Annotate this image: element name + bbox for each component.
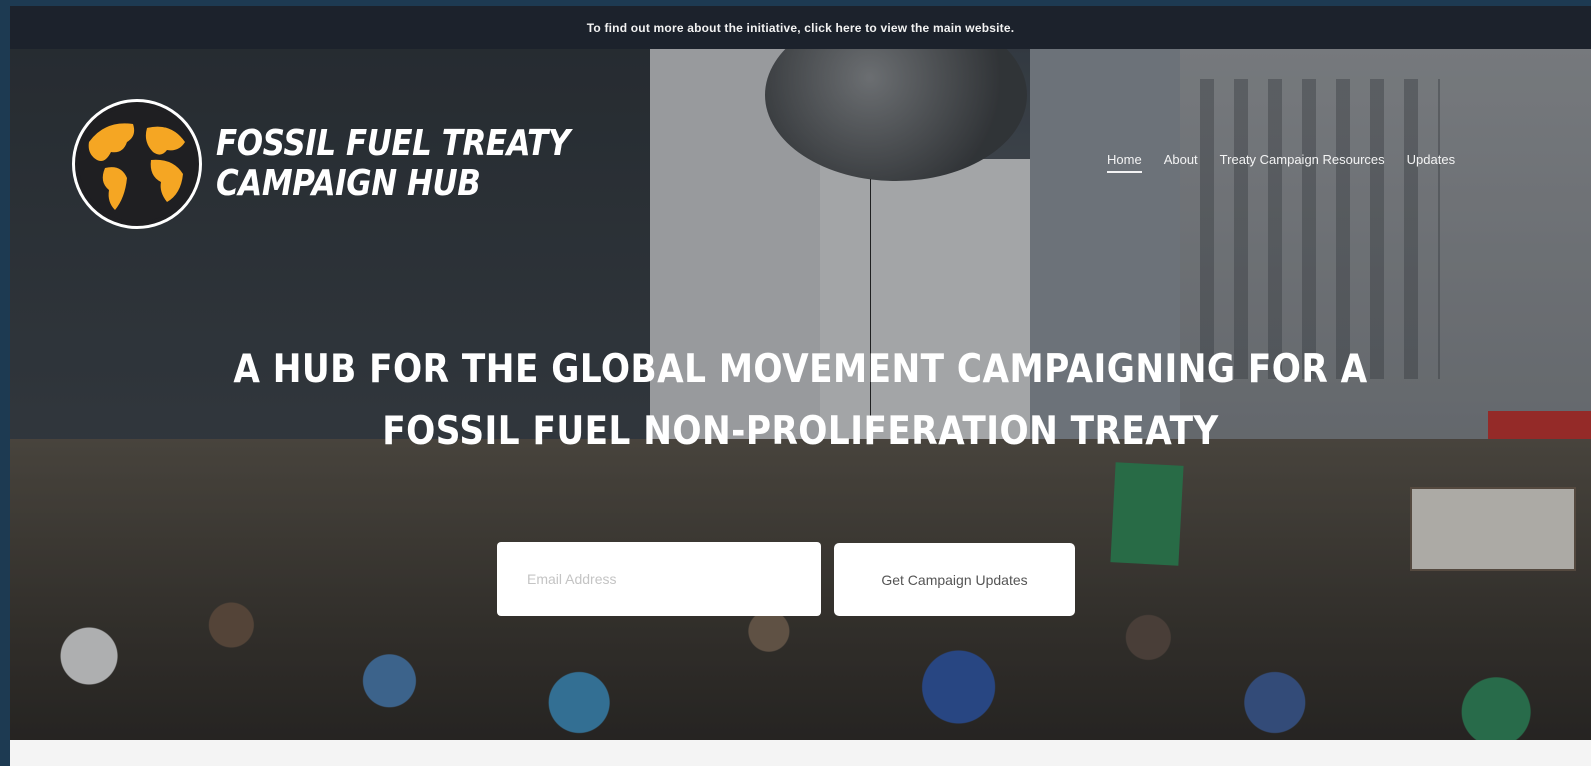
headline-line-1: A HUB FOR THE GLOBAL MOVEMENT CAMPAIGNIN… <box>233 347 1368 392</box>
globe-icon <box>72 99 202 229</box>
nav-item-treaty-campaign-resources[interactable]: Treaty Campaign Resources <box>1220 152 1385 173</box>
main-nav: Home About Treaty Campaign Resources Upd… <box>1107 152 1455 173</box>
hero-headline: A HUB FOR THE GLOBAL MOVEMENT CAMPAIGNIN… <box>10 339 1591 463</box>
headline-line-2: FOSSIL FUEL NON-PROLIFERATION TREATY <box>382 409 1219 454</box>
logo-line-1: FOSSIL FUEL TREATY <box>216 123 570 164</box>
page-content-edge <box>10 740 1591 766</box>
email-input[interactable] <box>497 542 821 616</box>
browser-frame: To find out more about the initiative, c… <box>10 6 1591 740</box>
hero-section: FOSSIL FUEL TREATY CAMPAIGN HUB Home Abo… <box>10 49 1591 740</box>
announcement-text[interactable]: To find out more about the initiative, c… <box>587 21 1015 35</box>
get-campaign-updates-button[interactable]: Get Campaign Updates <box>834 543 1075 616</box>
nav-item-home[interactable]: Home <box>1107 152 1142 173</box>
nav-item-updates[interactable]: Updates <box>1407 152 1455 173</box>
announcement-bar[interactable]: To find out more about the initiative, c… <box>10 6 1591 49</box>
logo-wordmark: FOSSIL FUEL TREATY CAMPAIGN HUB <box>216 124 570 204</box>
site-logo[interactable]: FOSSIL FUEL TREATY CAMPAIGN HUB <box>72 99 627 229</box>
logo-line-2: CAMPAIGN HUB <box>216 163 481 204</box>
nav-item-about[interactable]: About <box>1164 152 1198 173</box>
